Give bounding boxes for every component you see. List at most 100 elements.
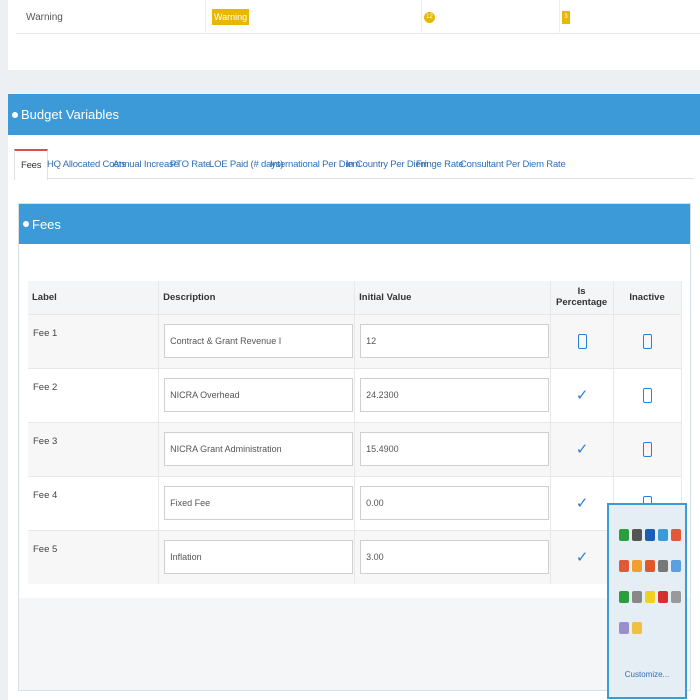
office-icon[interactable] [645,560,655,572]
fee-description-cell [158,421,356,476]
fee-initial-value-cell [354,475,552,530]
column-header-label: Label [28,281,160,314]
fees-panel: Fees Label Description Initial Value Is … [18,203,691,691]
yellow-app-icon[interactable] [645,591,655,603]
fee-label-cell: Fee 2 [28,367,160,422]
checkmark-icon: ✓ [575,387,589,404]
fees-body: Label Description Initial Value Is Perce… [19,244,690,598]
tray-overflow-popup: Customize... [607,503,687,699]
checkbox-icon [643,333,653,349]
warning-square-cell: 3 [562,0,700,34]
gray-app-icon[interactable] [671,591,681,603]
fees-title: Fees [32,216,61,232]
fee-description-input[interactable] [164,485,354,520]
is-percentage-toggle[interactable] [552,316,612,367]
checkmark-icon: ✓ [575,441,589,458]
warning-badge-cell: Warning [212,0,422,34]
budget-variables-panel: Budget Variables Fees HQ Allocated Costs… [8,94,700,700]
warning-panel: Warning Warning 12 3 [8,0,700,70]
fee-description-input[interactable] [164,431,354,466]
green-app-icon[interactable] [619,529,629,541]
checkbox-icon [643,387,653,403]
tray-icons-grid [617,513,681,668]
is-percentage-toggle[interactable]: ✓ [552,424,612,475]
green-circle-icon[interactable] [619,591,629,603]
sound-icon[interactable] [632,591,642,603]
fee-description-input[interactable] [164,323,354,358]
fee-initial-value-input[interactable] [360,539,550,574]
fee-description-cell [158,313,356,368]
column-header-is-percentage: Is Percentage [550,281,615,314]
fee-initial-value-input[interactable] [360,323,550,358]
is-percentage-toggle[interactable]: ✓ [552,478,612,529]
checkmark-icon: ✓ [575,495,589,512]
budget-variables-title: Budget Variables [21,107,120,122]
fee-is-percentage-cell: ✓ [550,475,615,530]
fee-description-cell [158,367,356,422]
fee-initial-value-cell [354,529,552,584]
fee-is-percentage-cell: ✓ [550,367,615,422]
budget-tabs: Fees HQ Allocated Costs Annual Increase … [14,149,694,180]
table-row: Fee 2 ✓ [28,367,682,422]
is-percentage-toggle[interactable]: ✓ [552,370,612,421]
tab-consultant-per-diem-rate[interactable]: Consultant Per Diem Rate [454,149,572,179]
fees-table: Label Description Initial Value Is Perce… [28,281,682,584]
fee-label-cell: Fee 5 [28,529,160,584]
warning-count-circle: 12 [424,11,435,23]
fee-description-input[interactable] [164,377,354,412]
bluetooth-icon[interactable] [645,529,655,541]
fee-label: Fee 3 [33,435,58,447]
yellow-circle-icon[interactable] [632,622,642,634]
checkbox-icon [643,441,653,457]
fees-header: Fees [19,204,690,244]
fee-label-cell: Fee 3 [28,421,160,476]
fee-is-percentage-cell [550,313,615,368]
checkbox-icon [577,333,587,349]
panel-toggle-icon[interactable] [12,111,18,118]
fee-inactive-cell [613,421,682,476]
panel-toggle-icon[interactable] [23,221,29,227]
fee-initial-value-input[interactable] [360,485,550,520]
table-row: Fee 4 ✓ [28,475,682,530]
column-header-initial-value: Initial Value [354,281,552,314]
warning-row-label: Warning [26,0,206,34]
battery-icon[interactable] [632,529,642,541]
warning-circle-cell: 12 [424,0,560,34]
column-header-inactive: Inactive [613,281,682,314]
inactive-toggle[interactable] [615,424,680,475]
blue-square-icon[interactable] [671,560,681,572]
chrome-icon[interactable] [671,529,681,541]
fees-header-row: Label Description Initial Value Is Perce… [28,281,682,314]
fee-inactive-cell [613,367,682,422]
warning-row: Warning Warning 12 3 [16,0,700,34]
inactive-toggle[interactable] [615,370,680,421]
fee-is-percentage-cell: ✓ [550,529,615,584]
fee-description-input[interactable] [164,539,354,574]
blue-app-icon[interactable] [658,529,668,541]
user-icon[interactable] [658,560,668,572]
fee-label: Fee 5 [33,543,58,555]
pen-icon[interactable] [619,622,629,634]
customize-link[interactable]: Customize... [609,670,685,679]
fee-label-cell: Fee 4 [28,475,160,530]
fee-initial-value-cell [354,421,552,476]
chrome-icon[interactable] [619,560,629,572]
fee-description-cell [158,529,356,584]
fee-initial-value-input[interactable] [360,431,550,466]
table-row: Fee 5 ✓ [28,529,682,584]
checkmark-icon: ✓ [575,549,589,566]
red-app-icon[interactable] [658,591,668,603]
fee-label-cell: Fee 1 [28,313,160,368]
fee-initial-value-input[interactable] [360,377,550,412]
table-row: Fee 1 [28,313,682,368]
fee-label: Fee 4 [33,489,58,501]
table-row: Fee 3 ✓ [28,421,682,476]
orange-app-icon[interactable] [632,560,642,572]
inactive-toggle[interactable] [615,316,680,367]
fees-table-body: Fee 1 Fee 2 ✓ Fee 3 ✓ Fee 4 ✓ Fee 5 ✓ [28,313,682,584]
is-percentage-toggle[interactable]: ✓ [552,532,612,583]
fee-description-cell [158,475,356,530]
fee-label: Fee 1 [33,327,58,339]
column-header-description: Description [158,281,356,314]
budget-variables-header: Budget Variables [8,94,700,135]
